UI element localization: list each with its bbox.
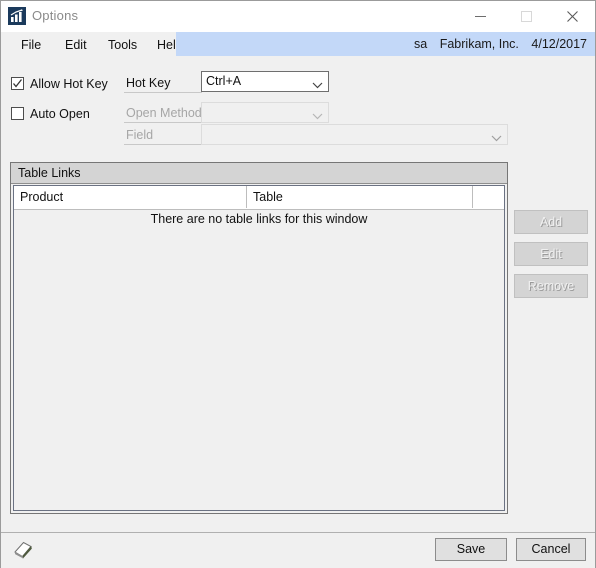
status-company: Fabrikam, Inc.: [439, 37, 519, 51]
open-method-dropdown[interactable]: [201, 102, 329, 123]
note-icon[interactable]: [11, 539, 35, 564]
column-header-blank: [473, 186, 506, 208]
field-dropdown[interactable]: [201, 124, 508, 145]
table-links-title: Table Links: [11, 163, 507, 184]
hot-key-value: Ctrl+A: [206, 74, 242, 88]
chevron-down-icon: [491, 131, 502, 145]
chevron-down-icon: [312, 78, 323, 92]
menu-item-file[interactable]: File: [15, 36, 47, 54]
table-links-grid-header: Product Table: [14, 186, 504, 210]
minimize-icon[interactable]: [457, 1, 503, 31]
add-button[interactable]: Add: [514, 210, 588, 234]
save-button[interactable]: Save: [435, 538, 507, 561]
status-date: 4/12/2017: [531, 37, 587, 51]
table-links-panel: Table Links Product Table There are no t…: [10, 162, 508, 514]
status-user: sa: [414, 37, 428, 51]
hot-key-dropdown[interactable]: Ctrl+A: [201, 71, 329, 92]
table-links-empty-message: There are no table links for this window: [150, 212, 368, 226]
footer-bar: Save Cancel: [1, 532, 595, 568]
hot-key-label: Hot Key: [124, 73, 202, 93]
field-label: Field: [124, 125, 202, 145]
table-links-grid: Product Table There are no table links f…: [13, 185, 505, 511]
chart-bar-icon: [8, 7, 26, 25]
menu-bar: File Edit Tools Help sa Fabrikam, Inc. 4…: [1, 32, 595, 58]
title-bar: Options: [1, 1, 595, 33]
remove-button[interactable]: Remove: [514, 274, 588, 298]
open-method-label: Open Method: [124, 103, 202, 123]
edit-button[interactable]: Edit: [514, 242, 588, 266]
menu-item-edit[interactable]: Edit: [59, 36, 93, 54]
column-header-product[interactable]: Product: [14, 186, 246, 208]
allow-hot-key-checkbox[interactable]: [11, 77, 24, 90]
chevron-down-icon: [312, 109, 323, 123]
column-header-table[interactable]: Table: [247, 186, 472, 208]
auto-open-label: Auto Open: [30, 107, 90, 121]
cancel-button[interactable]: Cancel: [516, 538, 586, 561]
options-window: Options File Edit Tools Help sa Fabrikam…: [0, 0, 596, 568]
content-area: Allow Hot Key Auto Open Hot Key Ctrl+A O…: [1, 57, 595, 531]
status-bar: sa Fabrikam, Inc. 4/12/2017: [176, 32, 595, 56]
maximize-icon[interactable]: [503, 1, 549, 31]
auto-open-checkbox[interactable]: [11, 107, 24, 120]
close-icon[interactable]: [549, 1, 595, 31]
window-title: Options: [32, 8, 79, 23]
menu-item-tools[interactable]: Tools: [102, 36, 143, 54]
allow-hot-key-label: Allow Hot Key: [30, 77, 108, 91]
